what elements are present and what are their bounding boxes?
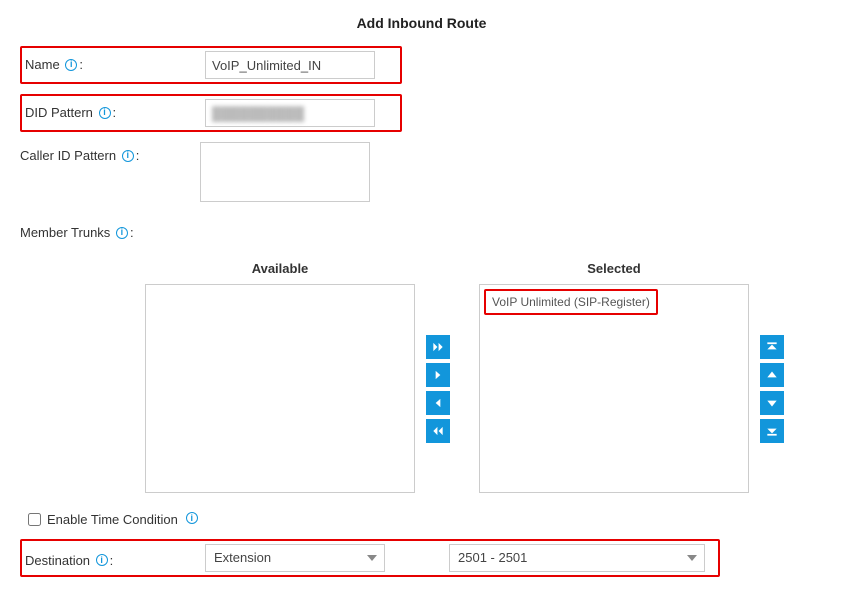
list-item[interactable]: VoIP Unlimited (SIP-Register) <box>484 289 658 315</box>
callerid-label-text: Caller ID Pattern <box>20 148 116 163</box>
name-label: Name i: <box>25 57 205 73</box>
destination-target-value: 2501 - 2501 <box>458 550 527 565</box>
info-icon[interactable]: i <box>116 227 128 239</box>
chevron-bottom-icon <box>765 424 779 438</box>
label-colon: : <box>110 553 114 568</box>
did-label: DID Pattern i: <box>25 105 205 121</box>
chevron-top-icon <box>765 340 779 354</box>
callerid-textarea[interactable] <box>200 142 370 202</box>
label-colon: : <box>79 57 83 72</box>
time-condition-row: Enable Time Condition i <box>28 512 823 527</box>
page-title: Add Inbound Route <box>20 15 823 31</box>
chevron-right-icon <box>431 368 445 382</box>
chevron-up-icon <box>765 368 779 382</box>
available-block: Available <box>145 255 415 493</box>
member-trunks-row: Member Trunks i: <box>20 219 823 241</box>
info-icon[interactable]: i <box>96 554 108 566</box>
info-icon[interactable]: i <box>186 512 198 524</box>
move-right-button[interactable] <box>426 363 450 387</box>
move-left-button[interactable] <box>426 391 450 415</box>
move-buttons-col <box>423 285 453 494</box>
callerid-label: Caller ID Pattern i: <box>20 142 200 164</box>
did-input[interactable]: ██████████ <box>205 99 375 127</box>
label-colon: : <box>136 148 140 163</box>
destination-label-text: Destination <box>25 553 90 568</box>
did-label-text: DID Pattern <box>25 105 93 120</box>
move-down-button[interactable] <box>760 391 784 415</box>
info-icon[interactable]: i <box>65 59 77 71</box>
move-all-right-button[interactable] <box>426 335 450 359</box>
destination-row-highlight: Destination i: Extension 2501 - 2501 <box>20 539 720 577</box>
info-icon[interactable]: i <box>99 107 111 119</box>
destination-target-select[interactable]: 2501 - 2501 <box>449 544 705 572</box>
available-listbox[interactable] <box>145 284 415 493</box>
selected-listbox[interactable]: VoIP Unlimited (SIP-Register) <box>479 284 749 493</box>
dual-list: Available Selected VoIP Unlimited (SIP-R… <box>20 255 823 494</box>
destination-type-select[interactable]: Extension <box>205 544 385 572</box>
double-chevron-right-icon <box>431 340 445 354</box>
destination-label: Destination i: <box>25 547 205 569</box>
selected-header: Selected <box>479 255 749 284</box>
chevron-left-icon <box>431 396 445 410</box>
name-row-highlight: Name i: <box>20 46 402 84</box>
member-trunks-label-text: Member Trunks <box>20 225 110 240</box>
selected-block: Selected VoIP Unlimited (SIP-Register) <box>479 255 749 493</box>
enable-time-condition-checkbox[interactable] <box>28 513 41 526</box>
name-input[interactable] <box>205 51 375 79</box>
time-condition-label: Enable Time Condition <box>47 512 178 527</box>
name-label-text: Name <box>25 57 60 72</box>
move-bottom-button[interactable] <box>760 419 784 443</box>
did-masked-value: ██████████ <box>212 106 304 121</box>
destination-type-value: Extension <box>214 550 271 565</box>
chevron-down-icon <box>765 396 779 410</box>
label-colon: : <box>130 225 134 240</box>
callerid-row: Caller ID Pattern i: <box>20 142 823 205</box>
order-buttons-col <box>757 285 787 494</box>
double-chevron-left-icon <box>431 424 445 438</box>
member-trunks-label: Member Trunks i: <box>20 219 134 241</box>
move-up-button[interactable] <box>760 363 784 387</box>
available-header: Available <box>145 255 415 284</box>
move-top-button[interactable] <box>760 335 784 359</box>
did-row-highlight: DID Pattern i: ██████████ <box>20 94 402 132</box>
move-all-left-button[interactable] <box>426 419 450 443</box>
label-colon: : <box>113 105 117 120</box>
info-icon[interactable]: i <box>122 150 134 162</box>
